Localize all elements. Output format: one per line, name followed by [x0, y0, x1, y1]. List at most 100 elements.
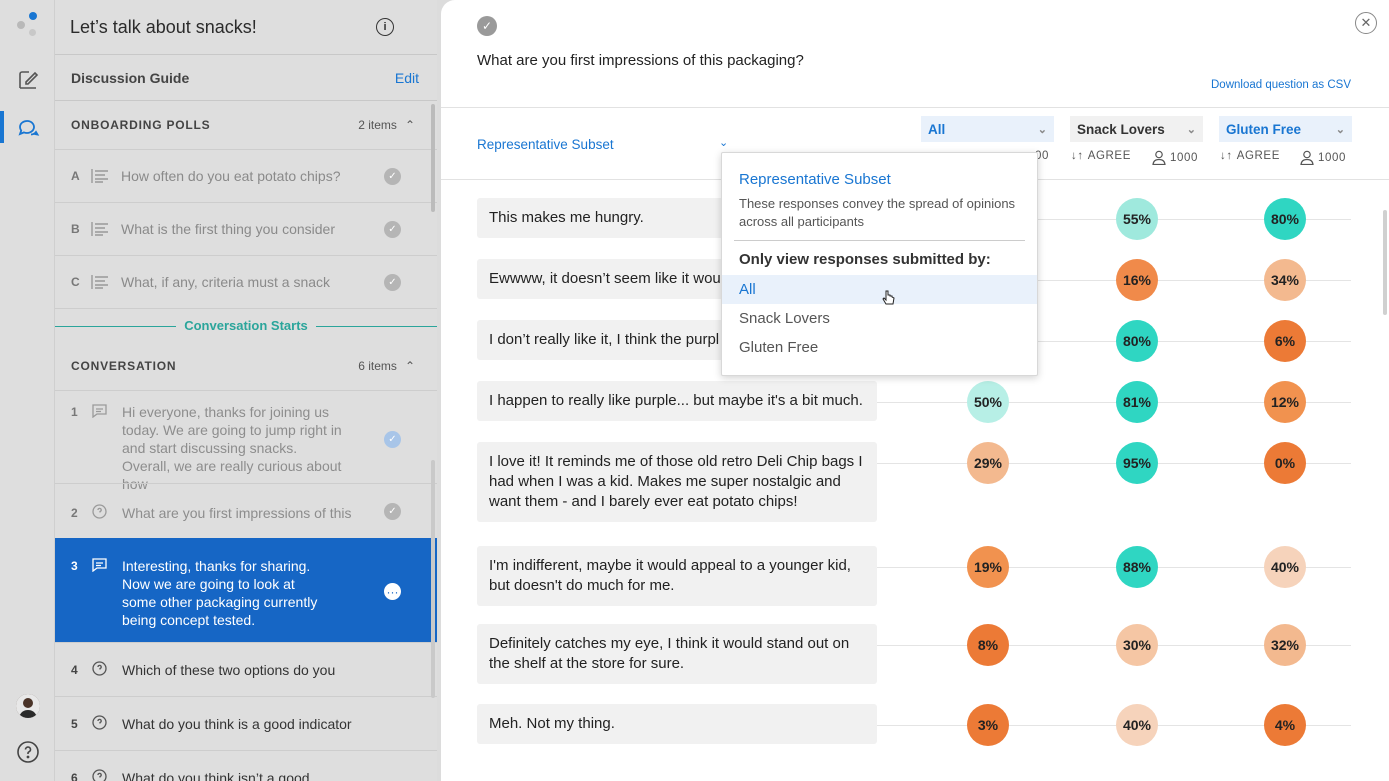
- column-label: Gluten Free: [1226, 121, 1302, 137]
- item-text: What do you think isn’t a good: [122, 770, 310, 781]
- agree-sort-snack-lovers[interactable]: ↓↑ AGREE: [1071, 150, 1131, 162]
- dropdown-option-snack-lovers[interactable]: Snack Lovers: [722, 304, 1037, 333]
- agree-percent-badge: 95%: [1116, 442, 1158, 484]
- response-row[interactable]: Definitely catches my eye, I think it wo…: [477, 624, 877, 684]
- item-number: 3: [71, 559, 78, 573]
- agree-percent-badge: 40%: [1116, 704, 1158, 746]
- poll-item-c[interactable]: C What, if any, criteria must a snack ✓: [55, 255, 437, 308]
- question-bubble-icon: [91, 769, 122, 781]
- conversation-item-3[interactable]: 3 Interesting, thanks for sharing. Now w…: [55, 538, 437, 642]
- sidebar-scrollbar[interactable]: [431, 104, 435, 212]
- participant-count-gluten-free: 1000: [1300, 150, 1346, 165]
- response-text: I'm indifferent, maybe it would appeal t…: [477, 546, 877, 606]
- sidebar-scrollbar-lower[interactable]: [431, 460, 435, 698]
- study-title: Let’s talk about snacks!: [70, 16, 257, 37]
- conversation-item-5[interactable]: 5 What do you think is a good indicator: [55, 696, 437, 750]
- edit-nav-icon[interactable]: [12, 64, 44, 96]
- response-text: I love it! It reminds me of those old re…: [477, 442, 877, 522]
- edit-guide-link[interactable]: Edit: [395, 70, 419, 86]
- text-lines-icon: [91, 222, 121, 236]
- item-text: Hi everyone, thanks for joining us today…: [122, 404, 342, 492]
- column-select-all[interactable]: All ⌄: [921, 116, 1054, 142]
- conversation-title: CONVERSATION: [71, 359, 177, 373]
- response-row[interactable]: I happen to really like purple... but ma…: [477, 381, 877, 421]
- dropdown-option-gluten-free[interactable]: Gluten Free: [722, 333, 1037, 362]
- discussion-guide-label: Discussion Guide: [71, 69, 190, 86]
- column-select-gluten-free[interactable]: Gluten Free ⌄: [1219, 116, 1352, 142]
- subset-selector[interactable]: Representative Subset: [477, 137, 737, 152]
- conversation-starts-label: Conversation Starts: [176, 318, 316, 333]
- check-circle-icon: ✓: [477, 16, 497, 36]
- chevron-up-icon[interactable]: ⌃: [405, 118, 415, 132]
- dropdown-subset-description: These responses convey the spread of opi…: [739, 196, 1016, 229]
- person-icon: [1300, 150, 1314, 165]
- agree-percent-badge: 6%: [1264, 320, 1306, 362]
- participant-count-snack-lovers: 1000: [1152, 150, 1198, 165]
- agree-percent-badge: 19%: [967, 546, 1009, 588]
- chat-nav-icon[interactable]: [12, 111, 44, 143]
- poll-text: What is the first thing you consider: [121, 221, 335, 237]
- info-icon[interactable]: i: [376, 18, 394, 36]
- discussion-sidebar: Let’s talk about snacks! i Discussion Gu…: [55, 0, 437, 781]
- conversation-item-1[interactable]: 1 Hi everyone, thanks for joining us tod…: [55, 390, 437, 492]
- subset-dropdown: Representative Subset These responses co…: [721, 152, 1038, 376]
- item-text: What are you first impressions of this: [122, 505, 352, 521]
- sort-arrows-icon: ↓↑: [1220, 150, 1233, 162]
- response-row[interactable]: I love it! It reminds me of those old re…: [477, 442, 877, 522]
- chevron-down-icon: ⌄: [1037, 123, 1047, 136]
- conversation-item-2[interactable]: 2 What are you first impressions of this…: [55, 483, 437, 538]
- response-row[interactable]: Meh. Not my thing.: [477, 704, 877, 744]
- response-text: I happen to really like purple... but ma…: [477, 381, 877, 421]
- poll-letter: A: [71, 169, 80, 183]
- item-number: 2: [71, 506, 78, 520]
- response-row[interactable]: I'm indifferent, maybe it would appeal t…: [477, 546, 877, 606]
- question-detail-panel: ✓ What are you first impressions of this…: [441, 0, 1389, 781]
- main-scrollbar[interactable]: [1383, 210, 1387, 315]
- dropdown-option-all[interactable]: All: [722, 275, 1037, 304]
- item-text: Interesting, thanks for sharing. Now we …: [122, 558, 318, 628]
- conversation-item-4[interactable]: 4 Which of these two options do you: [55, 642, 437, 696]
- poll-letter: C: [71, 275, 80, 289]
- poll-item-a[interactable]: A How often do you eat potato chips? ✓: [55, 149, 437, 202]
- app-logo: [17, 12, 39, 38]
- dropdown-filter-label: Only view responses submitted by:: [739, 251, 991, 268]
- conversation-item-6[interactable]: 6 What do you think isn’t a good: [55, 750, 437, 781]
- chevron-down-icon[interactable]: ⌄: [719, 136, 728, 149]
- column-select-snack-lovers[interactable]: Snack Lovers ⌄: [1070, 116, 1203, 142]
- agree-percent-badge: 12%: [1264, 381, 1306, 423]
- dropdown-subset-option[interactable]: Representative Subset: [739, 171, 891, 188]
- help-icon[interactable]: [12, 736, 44, 768]
- poll-text: How often do you eat potato chips?: [121, 168, 341, 184]
- agree-percent-badge: 16%: [1116, 259, 1158, 301]
- agree-percent-badge: 40%: [1264, 546, 1306, 588]
- text-lines-icon: [91, 275, 121, 289]
- conversation-section-header[interactable]: CONVERSATION 6 items ⌃: [55, 342, 437, 390]
- discussion-guide-row: Discussion Guide Edit: [55, 55, 437, 101]
- active-indicator: [0, 111, 4, 143]
- chevron-up-icon[interactable]: ⌃: [405, 359, 415, 373]
- mouse-pointer-icon: [882, 290, 895, 305]
- app-rail: [0, 0, 55, 781]
- agree-sort-gluten-free[interactable]: ↓↑ AGREE: [1220, 150, 1280, 162]
- onboarding-section-header[interactable]: ONBOARDING POLLS 2 items ⌃: [55, 101, 437, 149]
- agree-percent-badge: 88%: [1116, 546, 1158, 588]
- check-icon: ✓: [384, 503, 401, 520]
- dropdown-divider: [734, 240, 1025, 241]
- onboarding-count: 2 items ⌃: [358, 118, 415, 132]
- item-number: 1: [71, 405, 78, 419]
- agree-percent-badge: 80%: [1116, 320, 1158, 362]
- poll-letter: B: [71, 222, 80, 236]
- check-icon: ✓: [384, 220, 401, 238]
- chevron-down-icon: ⌄: [1335, 123, 1345, 136]
- download-csv-link[interactable]: Download question as CSV: [1211, 79, 1351, 91]
- poll-item-b[interactable]: B What is the first thing you consider ✓: [55, 202, 437, 255]
- user-avatar[interactable]: [16, 694, 40, 718]
- text-lines-icon: [91, 169, 121, 183]
- response-text: Definitely catches my eye, I think it wo…: [477, 624, 877, 684]
- agree-percent-badge: 0%: [1264, 442, 1306, 484]
- onboarding-title: ONBOARDING POLLS: [71, 118, 211, 132]
- more-options-icon[interactable]: ···: [384, 583, 401, 600]
- question-header: ✓ What are you first impressions of this…: [441, 0, 1389, 108]
- agree-percent-badge: 4%: [1264, 704, 1306, 746]
- close-icon[interactable]: ✕: [1355, 12, 1377, 34]
